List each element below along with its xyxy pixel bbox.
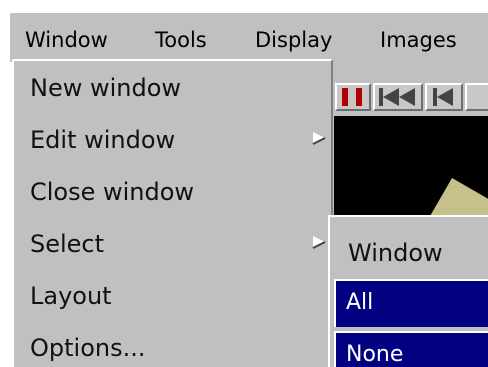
skip-to-start-icon: [379, 88, 415, 106]
menu-bar: Window Tools Display Images: [10, 13, 488, 62]
submenu-arrow-icon: [312, 132, 326, 145]
step-back-button[interactable]: [425, 83, 463, 111]
select-option-all[interactable]: All: [334, 279, 488, 327]
menu-window[interactable]: Window: [25, 28, 108, 52]
menu-item-close-window[interactable]: Close window: [14, 165, 331, 217]
menu-item-new-window[interactable]: New window: [14, 61, 331, 113]
playback-toolbar: [335, 79, 488, 114]
select-option-label: None: [346, 342, 404, 367]
menu-item-label: Options...: [30, 334, 146, 362]
menu-item-layout[interactable]: Layout: [14, 269, 331, 321]
window-dropdown-menu: New window Edit window Close window Sele…: [12, 59, 333, 367]
pause-icon: [342, 88, 362, 106]
menu-tools[interactable]: Tools: [155, 28, 207, 52]
menu-images[interactable]: Images: [380, 28, 457, 52]
select-submenu: Window All None: [328, 215, 488, 367]
menu-display[interactable]: Display: [255, 28, 332, 52]
menu-item-options[interactable]: Options...: [14, 321, 331, 367]
menu-item-label: Close window: [30, 178, 195, 206]
menu-item-select[interactable]: Select: [14, 217, 331, 269]
application-window: Window Tools Display Images New window E…: [0, 0, 488, 367]
submenu-arrow-icon: [312, 236, 326, 249]
menu-item-label: Select: [30, 230, 105, 258]
submenu-title: Window: [348, 239, 443, 267]
pause-button[interactable]: [335, 83, 371, 111]
menu-item-label: Edit window: [30, 126, 176, 154]
toolbar-button-partial[interactable]: [465, 83, 488, 111]
select-option-label: All: [346, 290, 374, 315]
skip-to-start-button[interactable]: [373, 83, 423, 111]
graphics-viewport[interactable]: [334, 116, 488, 228]
menu-item-label: Layout: [30, 282, 112, 310]
step-back-icon: [433, 88, 453, 106]
select-option-none[interactable]: None: [334, 331, 488, 367]
menu-item-edit-window[interactable]: Edit window: [14, 113, 331, 165]
menu-item-label: New window: [30, 74, 182, 102]
